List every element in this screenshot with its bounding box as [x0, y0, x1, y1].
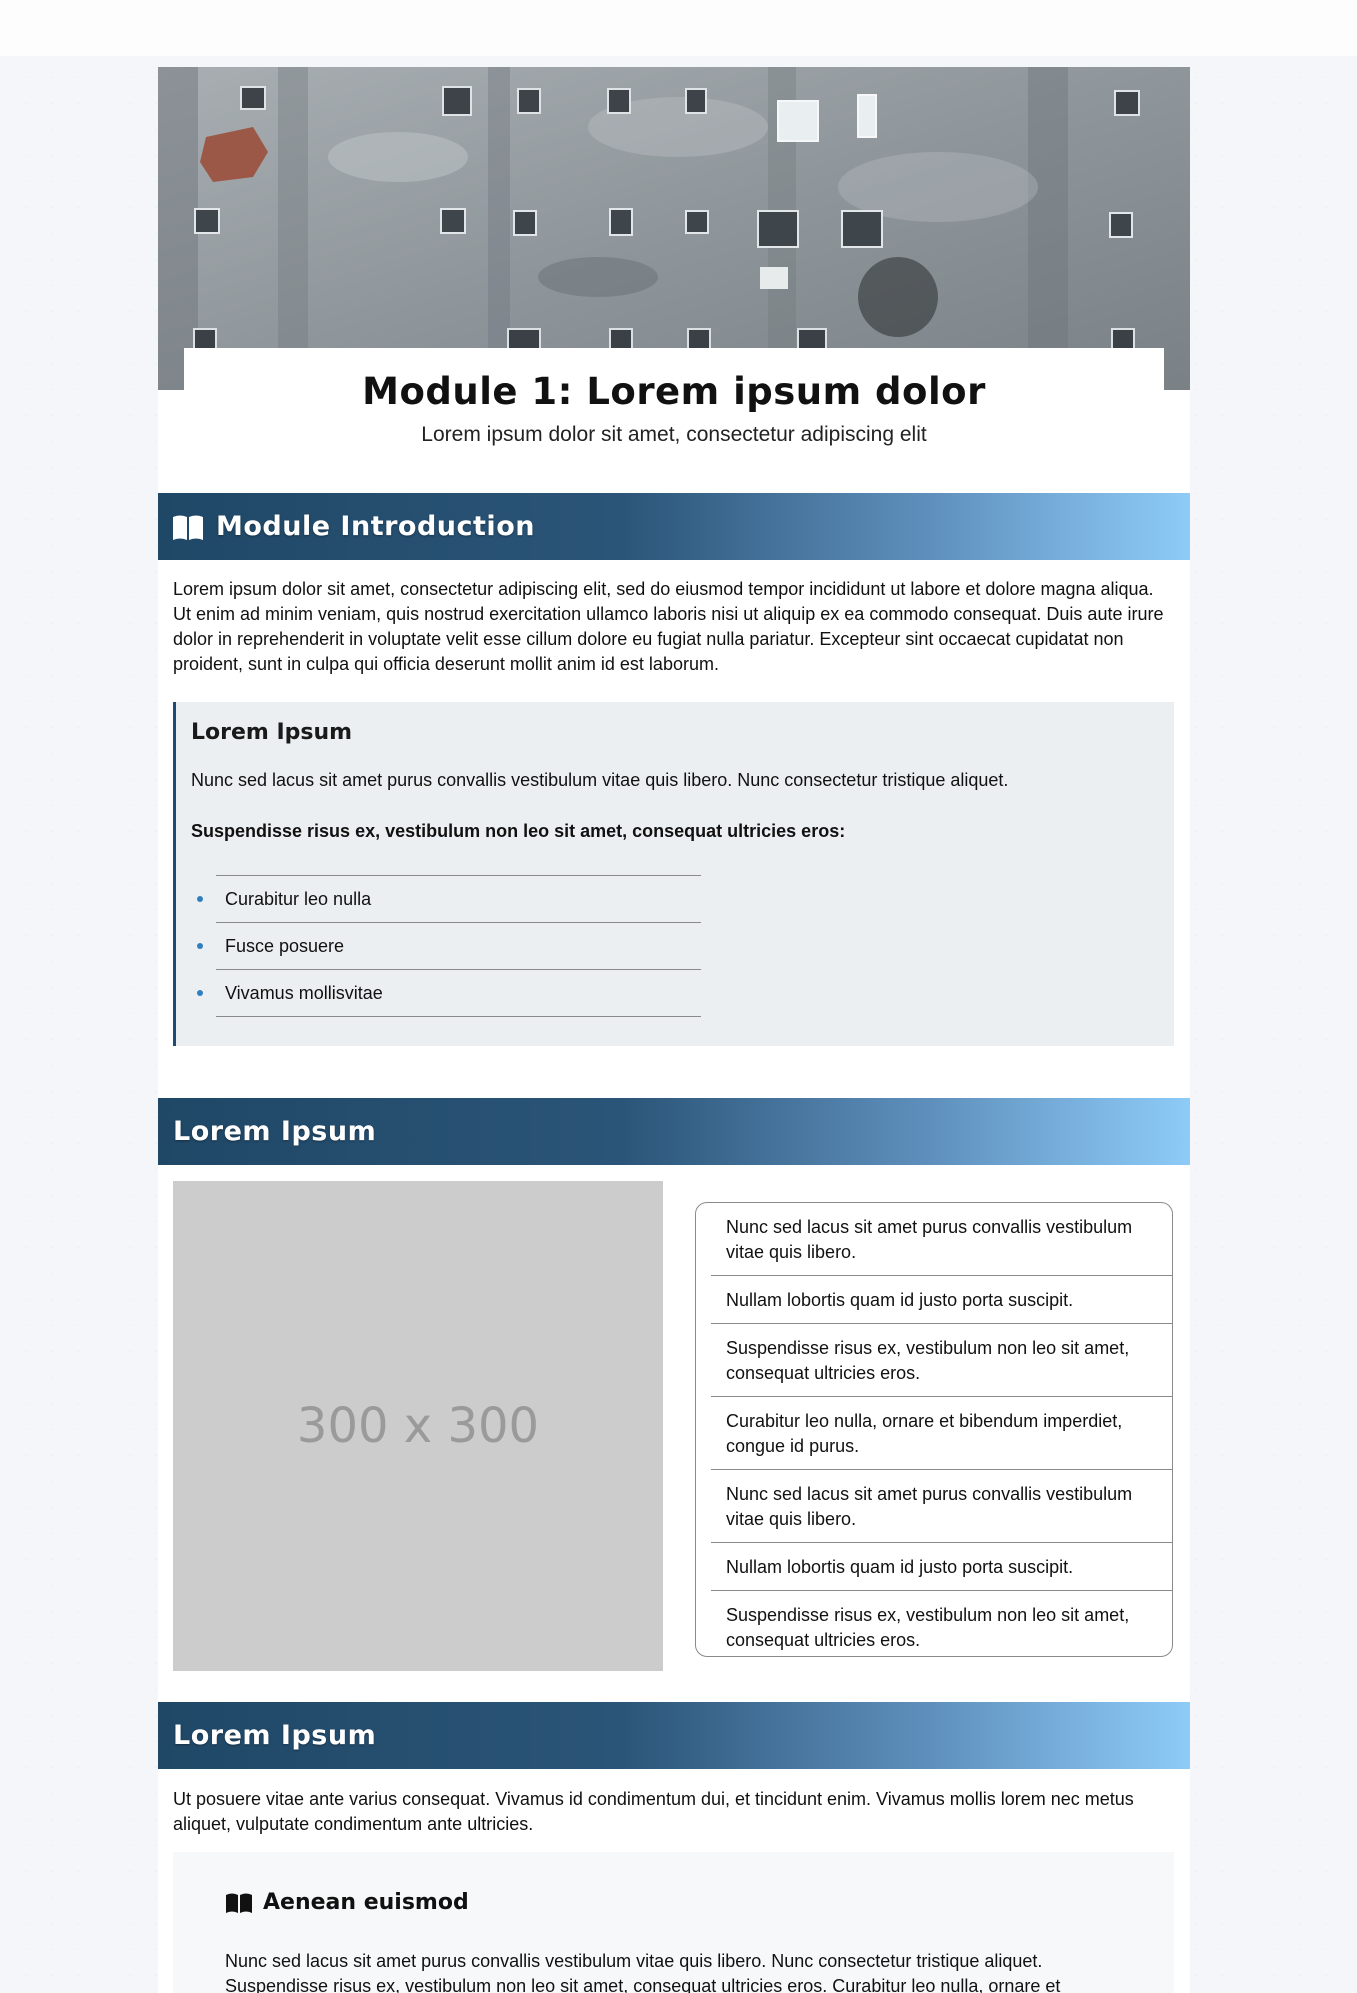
list-item: Curabitur leo nulla, ornare et bibendum … — [711, 1397, 1172, 1470]
list-item: Suspendisse risus ex, vestibulum non leo… — [711, 1324, 1172, 1397]
callout-bold-text: Suspendisse risus ex, vestibulum non leo… — [191, 821, 846, 841]
bullet-icon — [197, 943, 203, 949]
section2-heading: Lorem Ipsum — [173, 1116, 377, 1147]
list-item: Nunc sed lacus sit amet purus convallis … — [711, 1470, 1172, 1543]
image-placeholder: 300 x 300 — [173, 1181, 663, 1671]
section3-paragraph: Ut posuere vitae ante varius consequat. … — [173, 1789, 1134, 1834]
callout-text: Nunc sed lacus sit amet purus convallis … — [191, 770, 1009, 790]
card-title-text: Aenean euismod — [263, 1890, 469, 1915]
list-item: Curabitur leo nulla — [197, 875, 701, 922]
list-item: Fusce posuere — [197, 922, 701, 969]
title-card: Module 1: Lorem ipsum dolor Lorem ipsum … — [184, 348, 1164, 485]
top-bar — [0, 0, 1357, 56]
section3-banner: Lorem Ipsum — [158, 1702, 1190, 1769]
card-text: Nunc sed lacus sit amet purus convallis … — [225, 1951, 1061, 1993]
bullet-icon — [197, 896, 203, 902]
book-open-icon — [226, 1893, 252, 1913]
intro-paragraph: Lorem ipsum dolor sit amet, consectetur … — [173, 579, 1164, 674]
callout-bullet-list: Curabitur leo nulla Fusce posuere Vivamu… — [197, 875, 701, 1017]
intro-heading: Module Introduction — [216, 511, 535, 542]
hero-building-image — [158, 67, 1190, 390]
section2-list: Nunc sed lacus sit amet purus convallis … — [695, 1202, 1173, 1657]
list-item: Nullam lobortis quam id justo porta susc… — [711, 1543, 1172, 1591]
section3-card: Aenean euismod Nunc sed lacus sit amet p… — [173, 1852, 1174, 1993]
list-item: Suspendisse risus ex, vestibulum non leo… — [726, 1605, 1130, 1650]
callout-title: Lorem Ipsum — [191, 720, 353, 745]
placeholder-label: 300 x 300 — [296, 1398, 540, 1454]
page-title: Module 1: Lorem ipsum dolor — [362, 370, 986, 413]
list-item: Nullam lobortis quam id justo porta susc… — [711, 1276, 1172, 1324]
intro-callout: Lorem Ipsum Nunc sed lacus sit amet puru… — [173, 702, 1174, 1046]
module-page: Module 1: Lorem ipsum dolor Lorem ipsum … — [158, 67, 1190, 1993]
list-item: Nunc sed lacus sit amet purus convallis … — [711, 1203, 1172, 1276]
section3-heading: Lorem Ipsum — [173, 1720, 377, 1751]
intro-banner: Module Introduction — [158, 493, 1190, 560]
list-item: Vivamus mollisvitae — [197, 969, 701, 1017]
bullet-icon — [197, 990, 203, 996]
section2-banner: Lorem Ipsum — [158, 1098, 1190, 1165]
page-subtitle: Lorem ipsum dolor sit amet, consectetur … — [421, 423, 927, 446]
book-open-icon — [173, 515, 203, 540]
card-title: Aenean euismod — [225, 1890, 469, 1915]
hero — [158, 67, 1190, 390]
